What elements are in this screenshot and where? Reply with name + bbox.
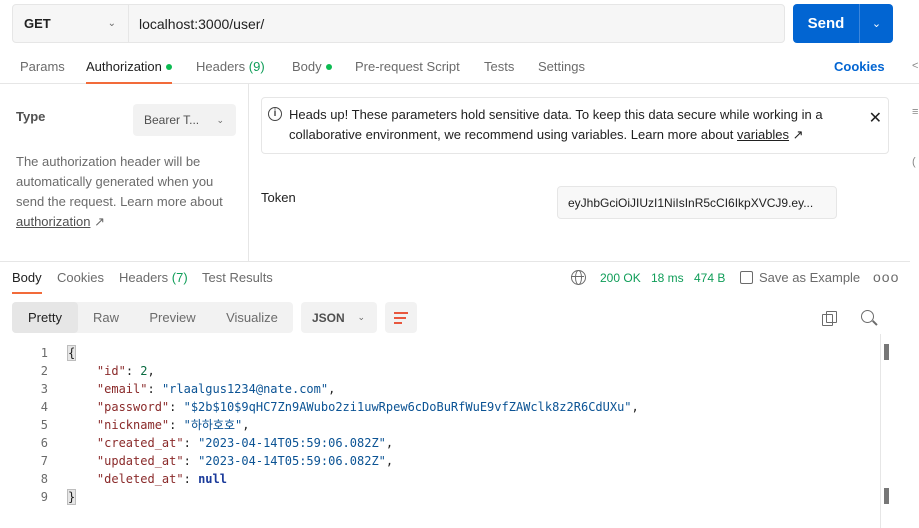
chevron-down-icon: ⌄ (216, 114, 224, 125)
tab-authorization[interactable]: Authorization (86, 46, 172, 84)
url-input[interactable]: localhost:3000/user/ (129, 5, 784, 42)
external-link-icon: ↗ (94, 214, 105, 229)
globe-icon[interactable] (571, 270, 586, 285)
copy-icon[interactable] (822, 311, 837, 326)
code-line: 5 "nickname": "하하호호", (40, 418, 250, 432)
token-label: Token (261, 190, 296, 205)
response-time[interactable]: 18 ms (651, 262, 684, 294)
code-line: 9} (40, 489, 77, 505)
tab-tests[interactable]: Tests (484, 46, 514, 84)
format-value: JSON (312, 310, 345, 325)
cookies-link[interactable]: Cookies (834, 46, 885, 84)
token-input[interactable]: eyJhbGciOiJIUzI1NiIsInR5cCI6IkpXVCJ9.ey.… (557, 186, 837, 219)
authorization-panel: Type Bearer T... ⌄ The authorization hea… (0, 84, 910, 262)
save-as-example-button[interactable]: Save as Example (740, 262, 860, 294)
send-button[interactable]: Send ⌄ (793, 4, 893, 43)
code-line: 6 "created_at": "2023-04-14T05:59:06.082… (40, 436, 394, 450)
wrap-lines-button[interactable] (385, 302, 417, 333)
code-line: 7 "updated_at": "2023-04-14T05:59:06.082… (40, 454, 394, 468)
tab-body[interactable]: Body (292, 46, 332, 84)
collapse-icon[interactable]: < (912, 60, 918, 72)
code-line: 4 "password": "$2b$10$9qHC7Zn9AWubo2zi1u… (40, 400, 639, 414)
scrollbar-thumb[interactable] (884, 344, 889, 360)
code-line: 1{ (40, 345, 77, 361)
chevron-down-icon: ⌄ (357, 312, 365, 322)
type-label: Type (16, 109, 46, 124)
tab-response-body[interactable]: Body (12, 262, 42, 294)
code-line: 8 "deleted_at": null (40, 472, 227, 486)
auth-type-column: Type Bearer T... ⌄ The authorization hea… (0, 84, 249, 262)
send-label: Send (807, 15, 845, 32)
search-icon[interactable] (861, 310, 874, 323)
tab-test-results[interactable]: Test Results (202, 262, 273, 294)
tab-response-headers[interactable]: Headers (7) (119, 262, 188, 294)
response-size[interactable]: 474 B (694, 262, 725, 294)
view-raw[interactable]: Raw (78, 302, 134, 333)
info-icon: i (268, 107, 282, 121)
chevron-down-icon[interactable]: ⌄ (859, 4, 893, 43)
editor-gutter-divider (880, 334, 881, 528)
format-select[interactable]: JSON ⌄ (301, 302, 377, 333)
auth-description: The authorization header will be automat… (16, 154, 223, 229)
chevron-down-icon: ⌄ (107, 18, 116, 29)
authorization-link[interactable]: authorization (16, 214, 90, 229)
right-sidebar-edge: < ≡ ( (910, 0, 919, 528)
active-dot-icon (165, 64, 172, 70)
sensitive-data-notice: i Heads up! These parameters hold sensit… (261, 97, 889, 154)
view-visualize[interactable]: Visualize (211, 302, 293, 333)
code-line: 3 "email": "rlaalgus1234@nate.com", (40, 382, 336, 396)
auth-type-select[interactable]: Bearer T... ⌄ (133, 104, 236, 136)
more-options-icon[interactable]: ooo (873, 262, 899, 294)
status-code[interactable]: 200 OK (600, 262, 641, 294)
variables-link[interactable]: variables (737, 127, 789, 142)
tab-headers[interactable]: Headers (9) (196, 46, 265, 84)
active-dot-icon (325, 64, 332, 70)
docs-icon[interactable]: ≡ (912, 106, 918, 118)
method-label: GET (24, 16, 51, 31)
code-line: 2 "id": 2, (40, 364, 155, 378)
auth-type-value: Bearer T... (144, 113, 200, 127)
request-url-bar: GET ⌄ localhost:3000/user/ (12, 4, 785, 43)
tab-params[interactable]: Params (20, 46, 65, 84)
scrollbar-thumb[interactable] (884, 488, 889, 504)
save-icon (740, 271, 753, 284)
external-link-icon: ↗ (792, 127, 804, 142)
comment-icon[interactable]: ( (912, 156, 916, 168)
view-mode-switcher: Pretty Raw Preview Visualize (12, 302, 293, 333)
response-body-editor[interactable]: 1{ 2 "id": 2, 3 "email": "rlaalgus1234@n… (0, 344, 880, 506)
request-tabs: Params Authorization Headers (9) Body Pr… (0, 46, 919, 84)
tab-response-cookies[interactable]: Cookies (57, 262, 104, 294)
method-select[interactable]: GET ⌄ (13, 5, 129, 42)
tab-settings[interactable]: Settings (538, 46, 585, 84)
close-icon[interactable]: ✕ (869, 108, 882, 128)
tab-pre-request-script[interactable]: Pre-request Script (355, 46, 460, 84)
notice-message: Heads up! These parameters hold sensitiv… (289, 107, 823, 142)
view-preview[interactable]: Preview (134, 302, 211, 333)
view-pretty[interactable]: Pretty (12, 302, 78, 333)
